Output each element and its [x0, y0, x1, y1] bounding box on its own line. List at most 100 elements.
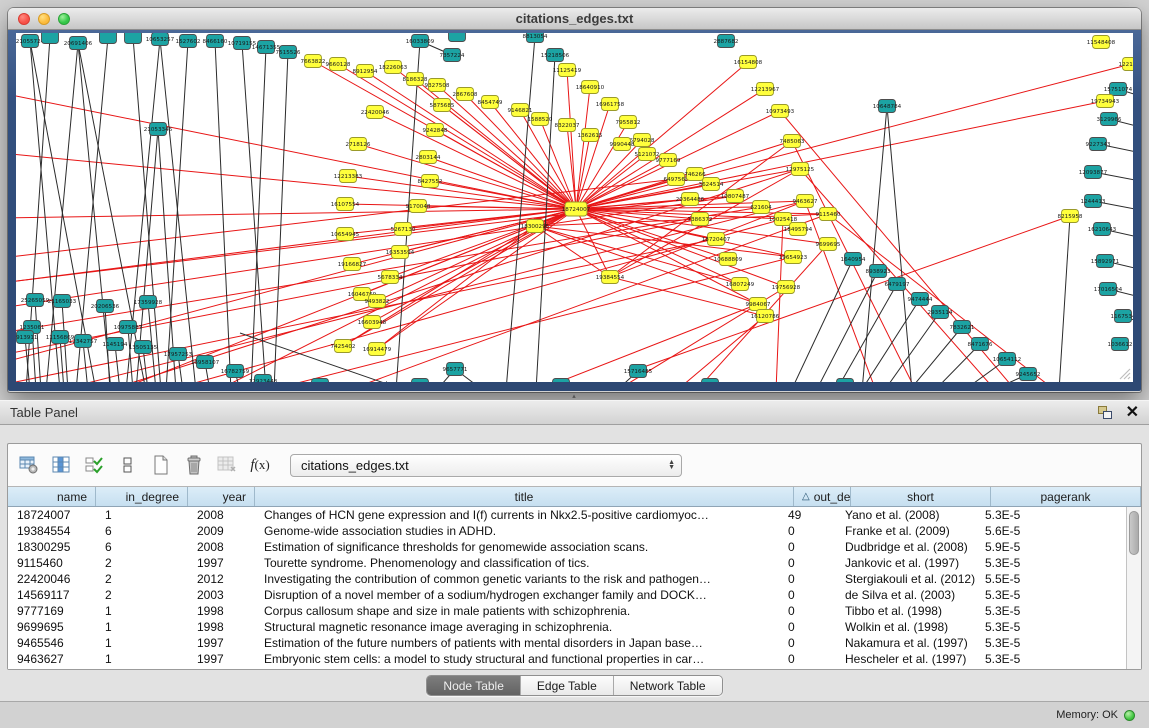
table-settings-icon[interactable] — [16, 452, 42, 478]
graph-node[interactable]: 9493822 — [365, 295, 390, 308]
table-cell[interactable]: Franke et al. (2009) — [836, 523, 976, 539]
graph-node[interactable]: 8215958 — [1058, 210, 1083, 223]
table-cell[interactable]: 0 — [779, 555, 836, 571]
graph-node[interactable]: 19654923 — [779, 251, 808, 264]
graph-node[interactable]: 9227343 — [1086, 138, 1111, 151]
graph-node[interactable]: 5875685 — [430, 99, 455, 112]
tab-node-table[interactable]: Node Table — [427, 676, 521, 695]
graph-node[interactable]: 16154808 — [734, 56, 763, 69]
graph-node[interactable]: 1036612 — [1108, 338, 1133, 351]
graph-node[interactable]: 3129966 — [1097, 113, 1122, 126]
table-cell[interactable]: 2 — [96, 571, 188, 587]
table-cell[interactable]: 2 — [96, 555, 188, 571]
table-cell[interactable]: 19384554 — [8, 523, 96, 539]
graph-node[interactable]: 1588520 — [528, 113, 553, 126]
table-cell[interactable]: 1997 — [188, 555, 255, 571]
graph-node[interactable]: 19734943 — [1091, 95, 1120, 108]
graph-node[interactable]: 8813054 — [523, 33, 548, 43]
graph-node[interactable]: 16914479 — [363, 343, 392, 356]
table-row[interactable]: 2242004622012Investigating the contribut… — [8, 571, 1126, 587]
graph-node[interactable]: 1362615 — [578, 129, 603, 142]
graph-node[interactable]: 16961758 — [596, 98, 625, 111]
graph-node[interactable]: 1221397 — [1119, 58, 1133, 71]
graph-node[interactable]: 20206536 — [91, 300, 120, 313]
table-cell[interactable]: Nakamura et al. (1997) — [836, 635, 976, 651]
graph-node[interactable]: 18226063 — [379, 61, 408, 74]
graph-node[interactable]: 9463627 — [793, 195, 818, 208]
graph-node[interactable]: 1145194 — [103, 338, 128, 351]
table-cell[interactable]: Estimation of significance thresholds fo… — [255, 539, 779, 555]
graph-node[interactable]: 8912954 — [353, 65, 378, 78]
table-cell[interactable]: 0 — [779, 619, 836, 635]
column-header-title[interactable]: title — [255, 487, 794, 506]
column-header-name[interactable]: name — [8, 487, 96, 506]
delete-rows-trash-icon[interactable] — [181, 452, 207, 478]
graph-node[interactable]: 11548408 — [1087, 36, 1116, 49]
function-builder-icon[interactable]: f(x) — [247, 452, 273, 478]
table-cell[interactable]: 18724007 — [8, 507, 96, 523]
table-row[interactable]: 946554611997Estimation of the future num… — [8, 635, 1126, 651]
graph-node[interactable] — [837, 379, 854, 383]
column-header-pagerank[interactable]: pagerank — [991, 487, 1141, 506]
table-cell[interactable]: 0 — [779, 635, 836, 651]
table-cell[interactable]: 1998 — [188, 603, 255, 619]
table-cell[interactable]: 0 — [779, 539, 836, 555]
graph-node[interactable] — [702, 379, 719, 383]
table-cell[interactable]: 9465546 — [8, 635, 96, 651]
graph-node[interactable]: 8454749 — [478, 96, 503, 109]
new-table-icon[interactable] — [148, 452, 174, 478]
graph-node[interactable]: 7386372 — [688, 213, 713, 226]
table-cell[interactable]: Dudbridge et al. (2008) — [836, 539, 976, 555]
table-cell[interactable]: 49 — [779, 507, 836, 523]
graph-node[interactable]: 17016504 — [1094, 283, 1123, 296]
table-cell[interactable]: Tibbo et al. (1998) — [836, 603, 976, 619]
column-header-short[interactable]: short — [851, 487, 991, 506]
select-rows-check-icon[interactable] — [82, 452, 108, 478]
graph-node[interactable]: 15751074 — [1104, 83, 1133, 96]
graph-node[interactable]: 20691406 — [64, 37, 93, 50]
graph-node[interactable]: 7955812 — [616, 116, 641, 129]
table-cell[interactable]: Hescheler et al. (1997) — [836, 651, 976, 667]
graph-node[interactable]: 9660128 — [326, 58, 351, 71]
graph-node[interactable]: 7425402 — [331, 340, 356, 353]
graph-node[interactable]: 12093877 — [1079, 166, 1108, 179]
graph-node[interactable]: 2867608 — [453, 88, 478, 101]
graph-node[interactable]: 1244413 — [1081, 195, 1106, 208]
graph-node-hub[interactable]: 18724007 — [562, 202, 591, 216]
graph-node[interactable] — [100, 33, 117, 44]
table-cell[interactable]: 9115460 — [8, 555, 96, 571]
graph-node[interactable]: 10654945 — [331, 228, 360, 241]
table-cell[interactable]: 5.3E-5 — [976, 603, 1126, 619]
table-cell[interactable]: 9699695 — [8, 619, 96, 635]
graph-node[interactable]: 12923448 — [249, 375, 278, 383]
graph-node[interactable]: 12213383 — [334, 170, 363, 183]
graph-node[interactable]: 9327508 — [425, 79, 450, 92]
table-cell[interactable]: 5.3E-5 — [976, 619, 1126, 635]
table-cell[interactable]: Wolkin et al. (1998) — [836, 619, 976, 635]
graph-node[interactable]: 10653257 — [146, 33, 175, 46]
graph-node[interactable]: 9984067 — [746, 298, 771, 311]
table-cell[interactable]: 0 — [779, 523, 836, 539]
graph-node[interactable]: 1640954 — [841, 253, 866, 266]
graph-node[interactable]: 8427552 — [418, 175, 443, 188]
table-cell[interactable]: Disruption of a novel member of a sodium… — [255, 587, 779, 603]
table-cell[interactable]: 0 — [779, 603, 836, 619]
graph-node[interactable]: 20364486 — [676, 193, 705, 206]
table-cell[interactable]: 1998 — [188, 619, 255, 635]
table-cell[interactable]: Embryonic stem cells: a model to study s… — [255, 651, 779, 667]
table-cell[interactable]: 2008 — [188, 539, 255, 555]
graph-node[interactable]: 9699695 — [816, 238, 841, 251]
table-row[interactable]: 969969511998Structural magnetic resonanc… — [8, 619, 1126, 635]
graph-node[interactable]: 9170048 — [406, 200, 431, 213]
graph-node[interactable]: 19166827 — [338, 258, 367, 271]
graph-node[interactable]: 21055724 — [16, 35, 45, 48]
table-cell[interactable]: 9463627 — [8, 651, 96, 667]
table-cell[interactable]: Changes of HCN gene expression and I(f) … — [255, 507, 779, 523]
network-window-titlebar[interactable]: citations_edges.txt — [8, 8, 1141, 30]
column-header-in_degree[interactable]: in_degree — [96, 487, 188, 506]
table-cell[interactable]: 6 — [96, 523, 188, 539]
graph-node[interactable]: 11125419 — [553, 64, 582, 77]
graph-node[interactable]: 621604 — [750, 201, 772, 214]
table-cell[interactable]: Corpus callosum shape and size in male p… — [255, 603, 779, 619]
close-window-button[interactable] — [18, 13, 30, 25]
